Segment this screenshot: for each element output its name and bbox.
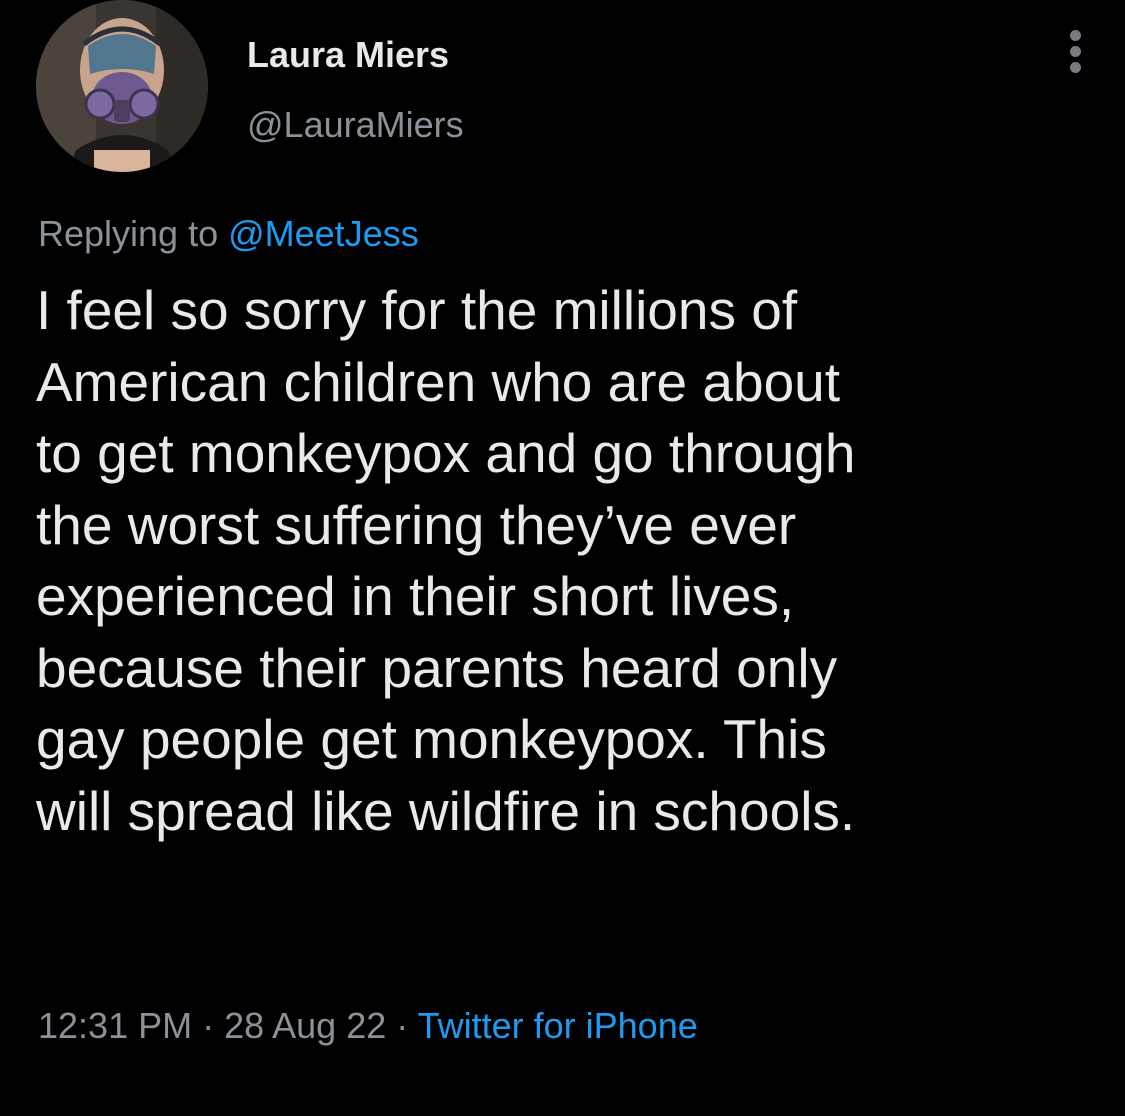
- tweet-meta: 12:31 PM · 28 Aug 22 · Twitter for iPhon…: [38, 1005, 698, 1047]
- more-dot: [1070, 30, 1081, 41]
- tweet-text-line: to get monkeypox and go through: [36, 422, 856, 484]
- more-dot: [1070, 46, 1081, 57]
- tweet-text-line: gay people get monkeypox. This: [36, 708, 827, 770]
- tweet-text-line: the worst suffering they’ve ever: [36, 493, 797, 556]
- tweet-text-line: will spread like wildfire in schools.: [36, 779, 856, 842]
- tweet-text-line: American children who are about: [36, 350, 841, 413]
- reply-mention-link[interactable]: @MeetJess: [228, 213, 419, 254]
- tweet-text-line: I feel so sorry for the millions of: [36, 279, 798, 341]
- more-dot: [1070, 62, 1081, 73]
- author-handle[interactable]: @LauraMiers: [247, 104, 464, 146]
- more-options-icon[interactable]: [1056, 26, 1096, 78]
- meta-separator: ·: [192, 1005, 225, 1046]
- avatar-photo: [36, 0, 208, 172]
- meta-separator: ·: [386, 1005, 418, 1046]
- tweet-text-line: experienced in their short lives,: [36, 565, 795, 627]
- tweet: Laura Miers @LauraMiers Replying to @Mee…: [0, 0, 1125, 1116]
- replying-to: Replying to @MeetJess: [38, 213, 419, 255]
- tweet-date[interactable]: 28 Aug 22: [224, 1005, 386, 1046]
- tweet-time[interactable]: 12:31 PM: [38, 1005, 192, 1046]
- tweet-source-link[interactable]: Twitter for iPhone: [418, 1005, 698, 1046]
- tweet-text-line: because their parents heard only: [36, 636, 838, 699]
- replying-to-prefix: Replying to: [38, 213, 229, 254]
- tweet-text: I feel so sorry for the millions of Amer…: [36, 275, 1106, 847]
- author-display-name[interactable]: Laura Miers: [247, 34, 449, 76]
- avatar[interactable]: [36, 0, 208, 172]
